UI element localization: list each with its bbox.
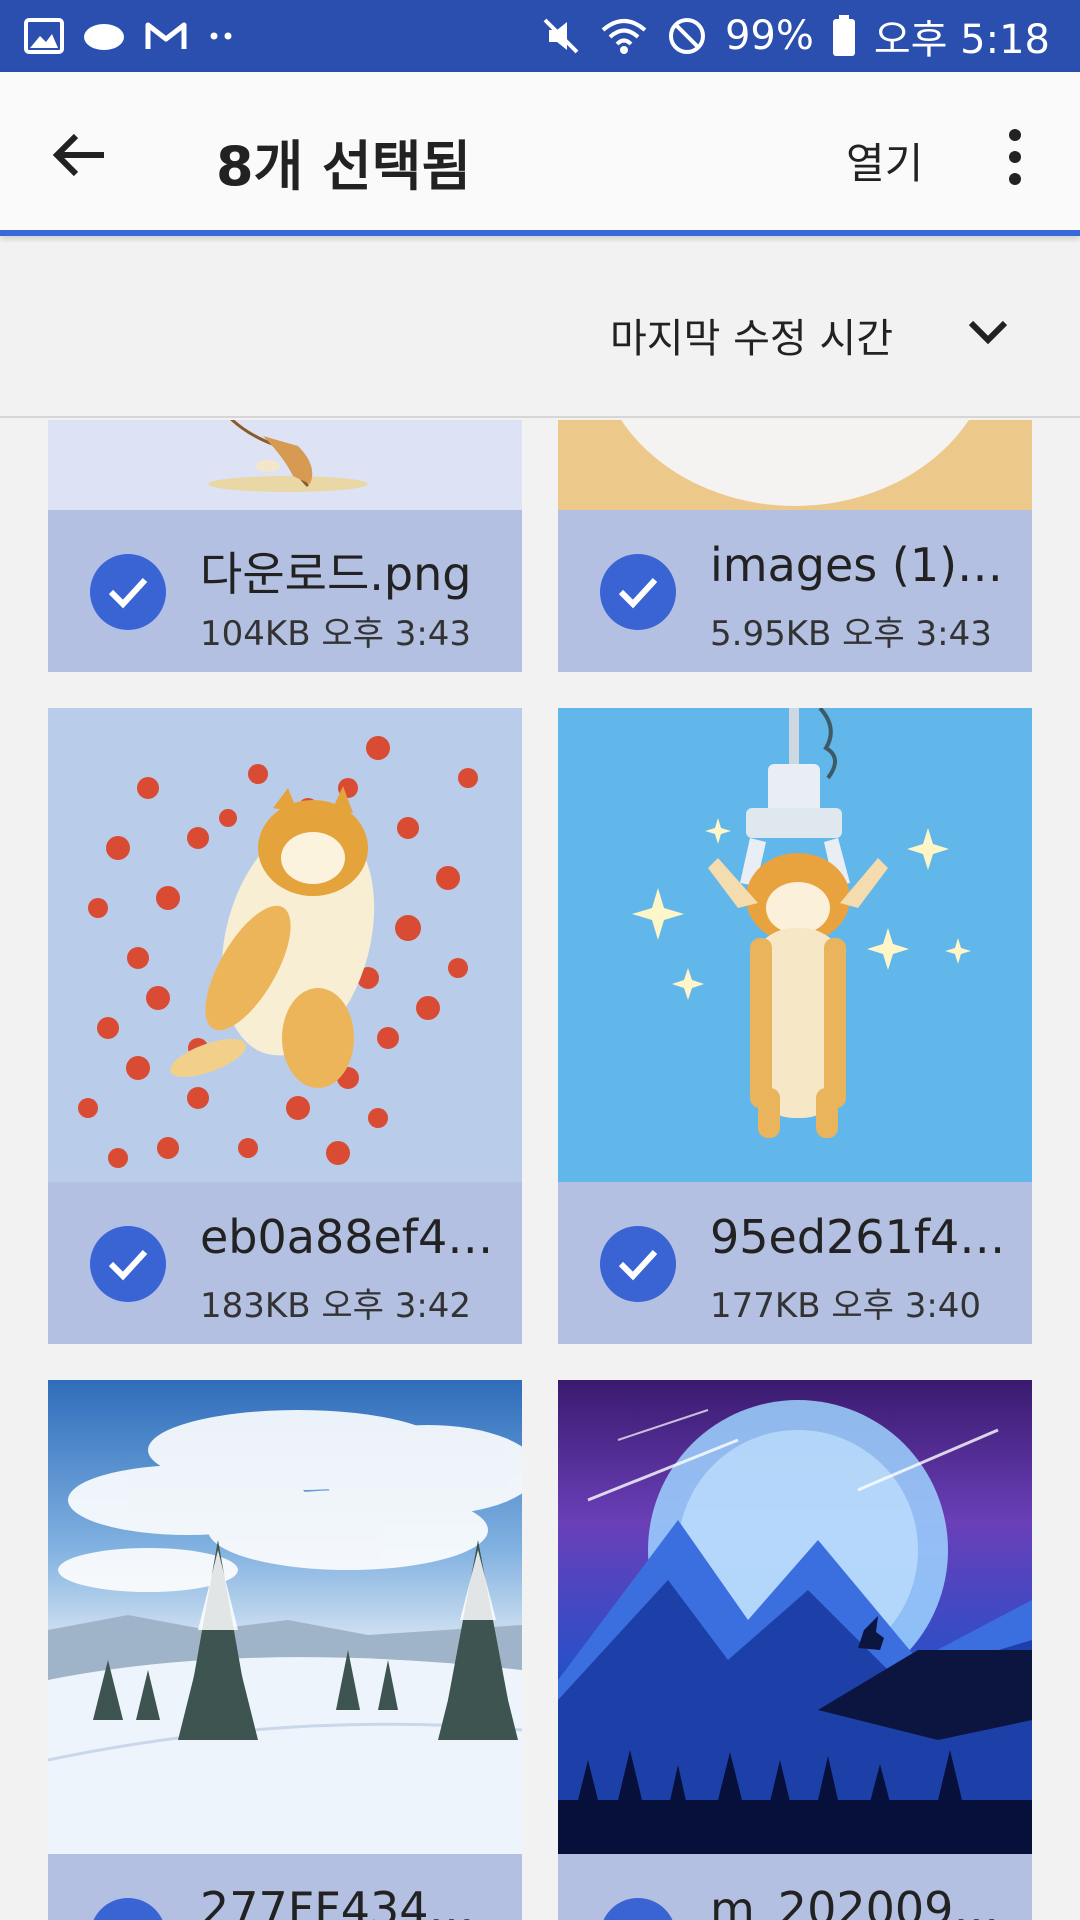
file-card[interactable]: 95ed261f4f… 177KB 오후 3:40 — [558, 708, 1032, 1344]
plate-image — [621, 420, 969, 506]
gallery-icon — [24, 18, 64, 54]
clock: 오후 5:18 — [873, 17, 1050, 63]
file-thumbnail — [48, 1380, 522, 1854]
file-grid: 다운로드.png 104KB 오후 3:43 images (1).j… 5.9… — [0, 420, 1080, 1920]
page-title: 8개 선택됨 — [216, 135, 472, 198]
selected-check-icon[interactable] — [90, 1226, 166, 1302]
gmail-icon — [145, 22, 187, 49]
status-bar: 99% 오후 5:18 — [0, 0, 1080, 72]
file-name: images (1).j… — [710, 538, 1010, 592]
cloud-icon — [84, 24, 124, 50]
file-info: 95ed261f4f… 177KB 오후 3:40 — [558, 1182, 1032, 1344]
sort-label[interactable]: 마지막 수정 시간 — [610, 306, 893, 364]
file-size: 104KB — [200, 614, 311, 654]
notification-icons — [24, 18, 236, 54]
file-time: 오후 3:43 — [321, 614, 472, 654]
selected-check-icon[interactable] — [600, 1898, 676, 1920]
file-meta: 104KB 오후 3:43 — [200, 606, 471, 655]
more-dot — [1009, 151, 1021, 163]
file-thumbnail — [558, 1380, 1032, 1854]
file-thumbnail — [558, 708, 1032, 1182]
battery-icon — [832, 15, 855, 56]
file-name: 다운로드.png — [200, 547, 472, 601]
chevron-down-icon[interactable] — [966, 316, 1010, 348]
file-meta: 177KB 오후 3:40 — [710, 1278, 981, 1327]
mute-icon — [543, 18, 579, 54]
selected-check-icon[interactable] — [90, 554, 166, 630]
file-card[interactable]: eb0a88ef45… 183KB 오후 3:42 — [48, 708, 522, 1344]
app-bar: 8개 선택됨 열기 — [0, 72, 1080, 236]
back-arrow-icon — [52, 133, 104, 177]
more-notifications-icon — [210, 32, 232, 40]
file-card[interactable]: 다운로드.png 104KB 오후 3:43 — [48, 420, 522, 672]
file-meta: 183KB 오후 3:42 — [200, 1278, 471, 1327]
file-info: eb0a88ef45… 183KB 오후 3:42 — [48, 1182, 522, 1344]
file-card[interactable]: images (1).j… 5.95KB 오후 3:43 — [558, 420, 1032, 672]
file-size: 183KB — [200, 1286, 311, 1326]
file-name: eb0a88ef45… — [200, 1210, 500, 1264]
snow-landscape-image — [48, 1410, 522, 1854]
file-size: 177KB — [710, 1286, 821, 1326]
file-time: 오후 3:43 — [842, 614, 992, 654]
system-status: 99% 오후 5:18 — [541, 7, 1050, 65]
selected-check-icon[interactable] — [600, 554, 676, 630]
wolf-moon-image — [558, 1400, 1032, 1854]
more-dot — [1009, 173, 1021, 185]
more-dot — [1009, 129, 1021, 141]
file-time: 오후 3:42 — [321, 1286, 472, 1326]
open-button[interactable]: 열기 — [846, 130, 923, 191]
shiba-image — [208, 420, 368, 492]
file-name: m_2020091… — [710, 1882, 1010, 1920]
selected-check-icon[interactable] — [90, 1898, 166, 1920]
more-vert-icon[interactable] — [990, 122, 1040, 192]
file-info: 다운로드.png 104KB 오후 3:43 — [48, 510, 522, 672]
file-time: 오후 3:40 — [831, 1286, 982, 1326]
back-button[interactable] — [40, 116, 118, 194]
file-info: m_2020091… — [558, 1854, 1032, 1920]
selected-check-icon[interactable] — [600, 1226, 676, 1302]
file-meta: 5.95KB 오후 3:43 — [710, 606, 992, 655]
file-name: 95ed261f4f… — [710, 1210, 1010, 1264]
file-thumbnail — [558, 420, 1032, 510]
file-card[interactable]: 277FF4345… — [48, 1380, 522, 1920]
do-not-disturb-icon — [668, 18, 705, 54]
file-name: 277FF4345… — [200, 1882, 500, 1920]
sort-bar[interactable]: 마지막 수정 시간 — [0, 242, 1080, 418]
wifi-icon — [601, 19, 647, 54]
battery-percent: 99% — [724, 13, 814, 59]
file-size: 5.95KB — [710, 614, 832, 654]
shiba-petals-image — [78, 736, 478, 1168]
file-info: 277FF4345… — [48, 1854, 522, 1920]
file-card[interactable]: m_2020091… — [558, 1380, 1032, 1920]
shiba-claw-image — [632, 708, 971, 1138]
file-info: images (1).j… 5.95KB 오후 3:43 — [558, 510, 1032, 672]
file-thumbnail — [48, 708, 522, 1182]
file-thumbnail — [48, 420, 522, 510]
